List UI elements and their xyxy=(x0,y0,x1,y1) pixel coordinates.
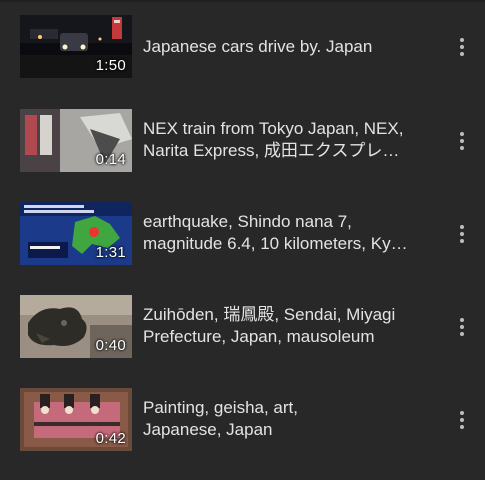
video-item[interactable]: 0:42 Painting, geisha, art, Japanese, Ja… xyxy=(0,388,485,452)
top-divider xyxy=(0,0,485,2)
video-item[interactable]: 1:50 Japanese cars drive by. Japan xyxy=(0,15,485,79)
more-vert-icon xyxy=(460,411,464,415)
duration-badge: 1:31 xyxy=(95,244,126,261)
more-vert-icon xyxy=(460,225,464,229)
video-thumbnail[interactable]: 1:31 xyxy=(20,202,132,265)
video-thumbnail[interactable]: 1:50 xyxy=(20,15,132,78)
more-vert-icon xyxy=(460,318,464,322)
video-thumbnail[interactable]: 0:42 xyxy=(20,388,132,451)
more-vert-icon xyxy=(460,132,464,136)
video-thumbnail[interactable]: 0:14 xyxy=(20,109,132,172)
more-options-button[interactable] xyxy=(452,127,472,155)
video-title-line: Japanese, Japan xyxy=(143,420,273,439)
video-title-line: Zuihōden, 瑞鳳殿, Sendai, Miyagi xyxy=(143,305,396,324)
video-title[interactable]: NEX train from Tokyo Japan, NEX, Narita … xyxy=(143,118,433,162)
video-title-line: NEX train from Tokyo Japan, NEX, xyxy=(143,119,404,138)
more-options-button[interactable] xyxy=(452,33,472,61)
duration-badge: 0:40 xyxy=(95,337,126,354)
video-title[interactable]: Painting, geisha, art, Japanese, Japan xyxy=(143,397,433,441)
video-title-line: Japanese cars drive by. Japan xyxy=(143,37,373,56)
video-item[interactable]: 1:31 earthquake, Shindo nana 7, magnitud… xyxy=(0,202,485,266)
video-title[interactable]: Zuihōden, 瑞鳳殿, Sendai, Miyagi Prefecture… xyxy=(143,304,433,348)
more-options-button[interactable] xyxy=(452,220,472,248)
video-item[interactable]: 0:14 NEX train from Tokyo Japan, NEX, Na… xyxy=(0,109,485,173)
video-title-line: magnitude 6.4, 10 kilometers, Ky… xyxy=(143,234,408,253)
more-options-button[interactable] xyxy=(452,406,472,434)
video-item[interactable]: 0:40 Zuihōden, 瑞鳳殿, Sendai, Miyagi Prefe… xyxy=(0,295,485,359)
duration-badge: 1:50 xyxy=(95,57,126,74)
duration-badge: 0:14 xyxy=(95,151,126,168)
more-vert-icon xyxy=(460,38,464,42)
more-options-button[interactable] xyxy=(452,313,472,341)
video-title-line: earthquake, Shindo nana 7, xyxy=(143,212,352,231)
duration-badge: 0:42 xyxy=(95,430,126,447)
video-title[interactable]: earthquake, Shindo nana 7, magnitude 6.4… xyxy=(143,211,433,255)
video-title[interactable]: Japanese cars drive by. Japan xyxy=(143,36,433,58)
video-title-line: Painting, geisha, art, xyxy=(143,398,298,417)
video-title-line: Narita Express, 成田エクスプレ… xyxy=(143,141,400,160)
video-title-line: Prefecture, Japan, mausoleum xyxy=(143,327,375,346)
video-thumbnail[interactable]: 0:40 xyxy=(20,295,132,358)
